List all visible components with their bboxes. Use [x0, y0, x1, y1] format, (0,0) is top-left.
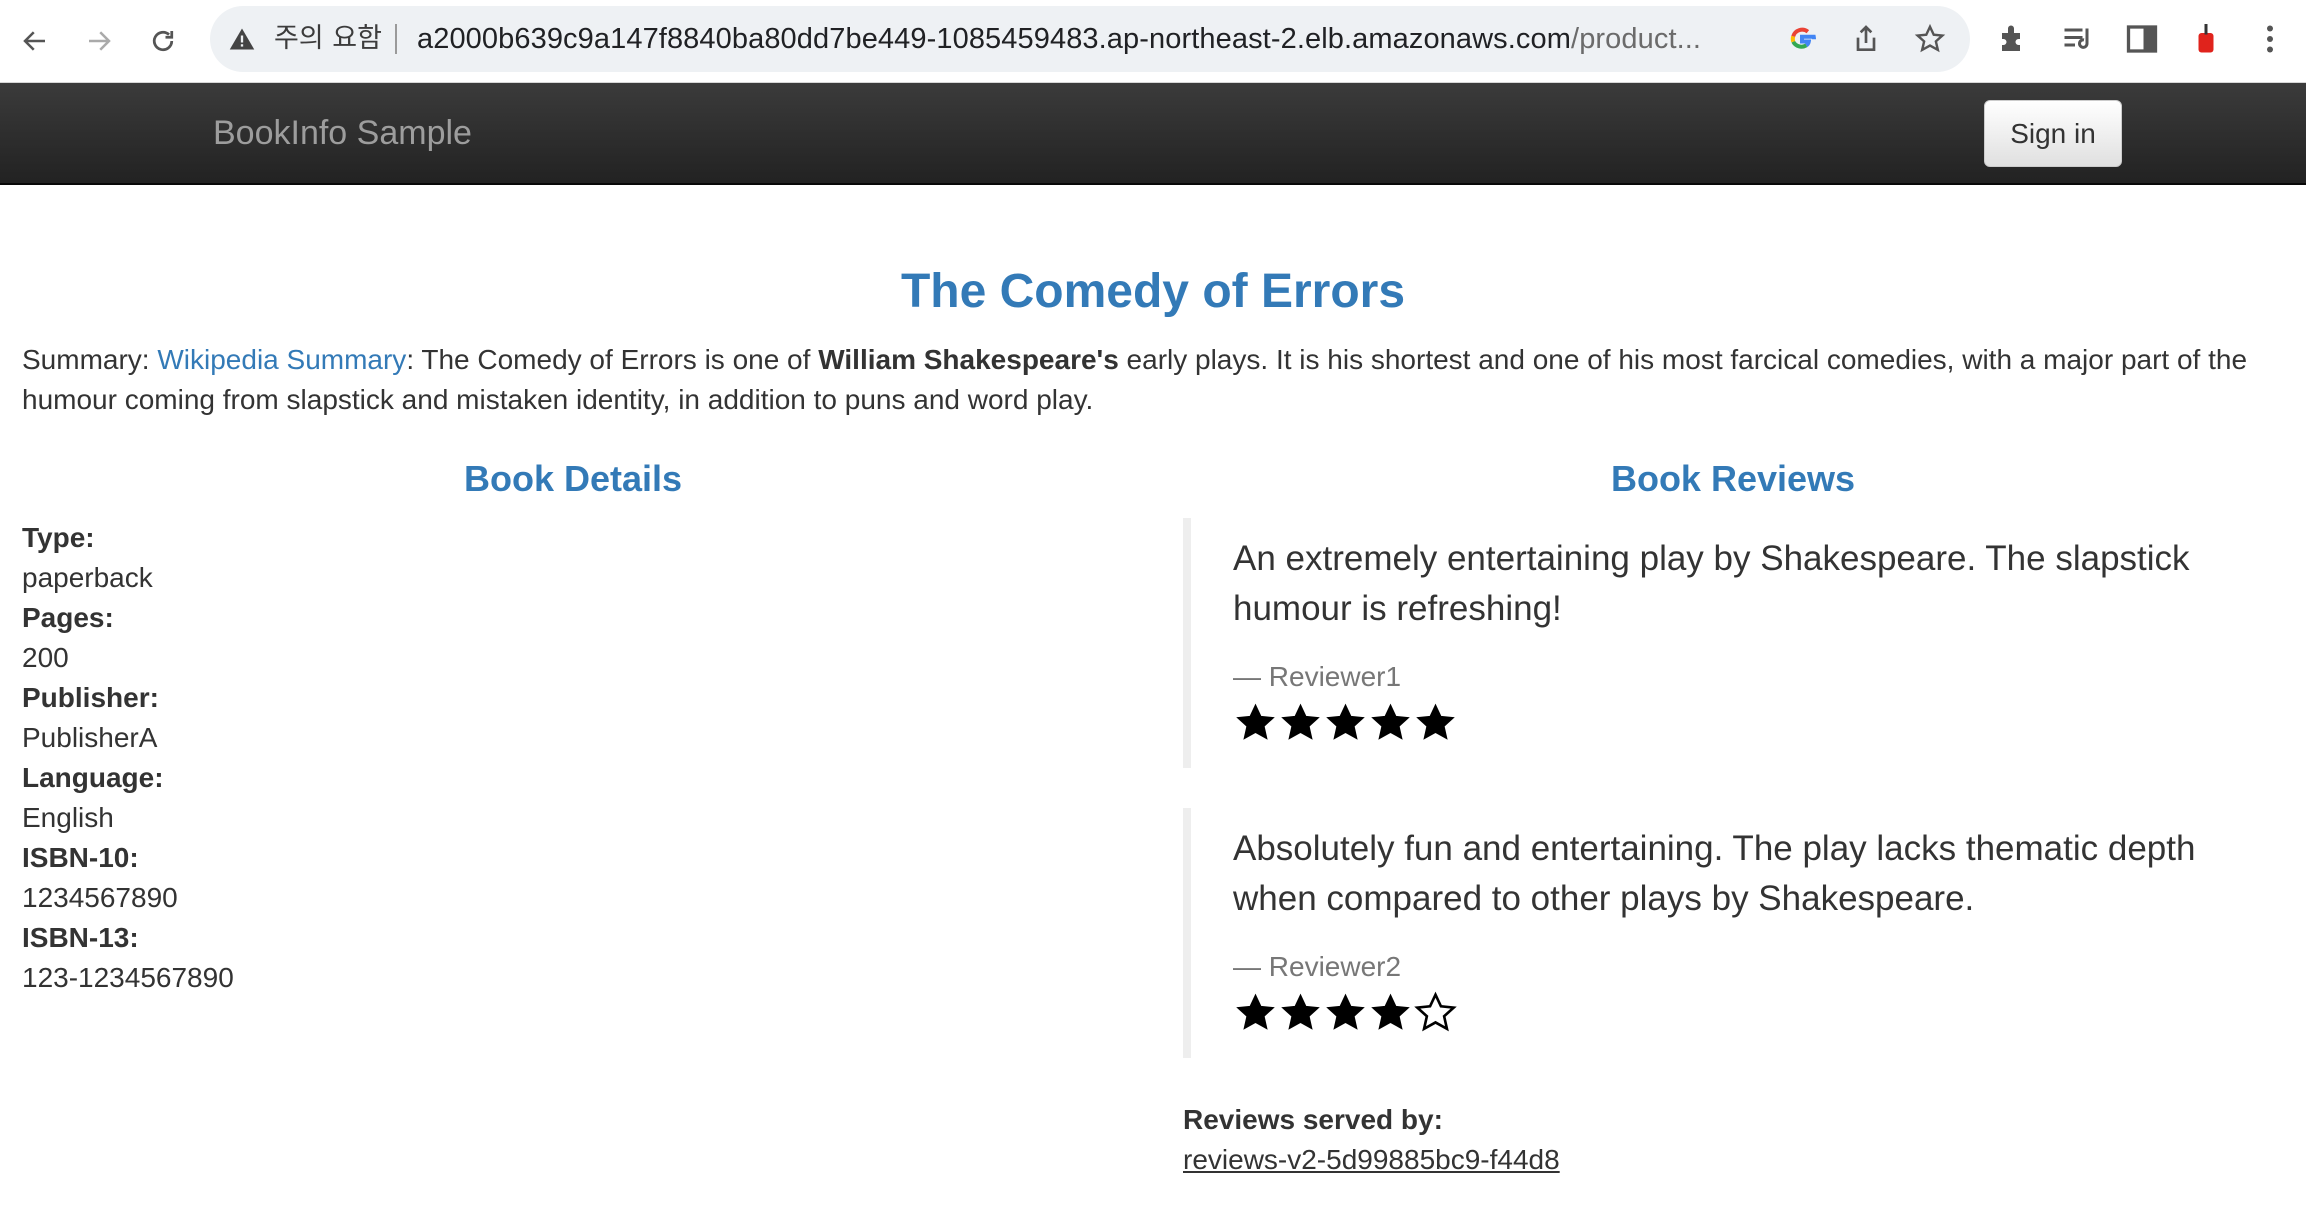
review-author: — Reviewer2: [1233, 951, 1402, 982]
star-filled-icon: [1371, 703, 1410, 740]
detail-label: Pages:: [22, 602, 114, 633]
book-details-list: Type: paperback Pages: 200 Publisher: Pu…: [22, 518, 234, 998]
detail-label: ISBN-13:: [22, 922, 139, 953]
summary-author: William Shakespeare's: [818, 344, 1119, 375]
side-panel-icon[interactable]: [2124, 21, 2160, 57]
star-rating: [1233, 700, 2283, 745]
star-filled-icon: [1281, 993, 1320, 1030]
book-reviews-heading: Book Reviews: [1610, 458, 1856, 499]
review-author: — Reviewer1: [1233, 661, 1402, 692]
star-filled-icon: [1371, 993, 1410, 1030]
detail-label: Type:: [22, 522, 95, 553]
review-text: Absolutely fun and entertaining. The pla…: [1233, 829, 2196, 918]
security-label[interactable]: 주의 요함: [274, 6, 382, 72]
detail-value: 200: [22, 642, 69, 673]
divider: [395, 24, 397, 54]
extensions-icon[interactable]: [1996, 21, 2032, 57]
app-navbar: BookInfo Sample Sign in: [0, 83, 2306, 185]
detail-value: 1234567890: [22, 882, 178, 913]
summary-label: Summary:: [22, 344, 150, 375]
detail-value: 123-1234567890: [22, 962, 234, 993]
detail-label: Publisher:: [22, 682, 159, 713]
sign-in-button[interactable]: Sign in: [1984, 100, 2122, 167]
warning-icon[interactable]: [228, 25, 256, 53]
page-title: The Comedy of Errors: [900, 265, 1406, 318]
review-item: An extremely entertaining play by Shakes…: [1183, 518, 2283, 768]
reviews-served-by-host: reviews-v2-5d99885bc9-f44d8: [1183, 1144, 1560, 1175]
back-arrow-icon[interactable]: [14, 20, 56, 62]
star-empty-icon: [1414, 991, 1457, 1032]
review-item: Absolutely fun and entertaining. The pla…: [1183, 808, 2283, 1058]
reading-list-icon[interactable]: [2060, 21, 2096, 57]
star-filled-icon: [1326, 703, 1365, 740]
detail-value: PublisherA: [22, 722, 158, 753]
google-icon[interactable]: [1786, 23, 1818, 55]
book-details-heading: Book Details: [463, 458, 683, 499]
address-bar[interactable]: 주의 요함 a2000b639c9a147f8840ba80dd7be449-1…: [210, 6, 1970, 72]
star-filled-icon: [1236, 703, 1275, 740]
url-path: /product...: [1571, 23, 1702, 55]
star-icon[interactable]: [1914, 23, 1946, 55]
forward-arrow-icon[interactable]: [78, 20, 120, 62]
star-filled-icon: [1236, 993, 1275, 1030]
review-text: An extremely entertaining play by Shakes…: [1233, 539, 2190, 628]
url-text[interactable]: a2000b639c9a147f8840ba80dd7be449-1085459…: [417, 6, 1701, 72]
product-summary: Summary: Wikipedia Summary: The Comedy o…: [22, 340, 2292, 420]
extension-red-icon[interactable]: [2188, 21, 2224, 57]
reviews-served-by-label: Reviews served by:: [1183, 1104, 1443, 1135]
wikipedia-summary-link[interactable]: Wikipedia Summary: [157, 344, 406, 375]
star-filled-icon: [1281, 703, 1320, 740]
brand-link[interactable]: BookInfo Sample: [213, 83, 472, 183]
share-icon[interactable]: [1850, 23, 1882, 55]
star-filled-icon: [1326, 993, 1365, 1030]
detail-value: English: [22, 802, 114, 833]
detail-label: Language:: [22, 762, 164, 793]
reload-icon[interactable]: [142, 20, 184, 62]
browser-toolbar: 주의 요함 a2000b639c9a147f8840ba80dd7be449-1…: [0, 0, 2306, 83]
detail-label: ISBN-10:: [22, 842, 139, 873]
detail-value: paperback: [22, 562, 153, 593]
star-rating: [1233, 990, 2283, 1035]
summary-text-pre: : The Comedy of Errors is one of: [406, 344, 819, 375]
star-filled-icon: [1416, 703, 1455, 740]
url-host: a2000b639c9a147f8840ba80dd7be449-1085459…: [417, 23, 1572, 55]
menu-icon[interactable]: [2252, 21, 2288, 57]
